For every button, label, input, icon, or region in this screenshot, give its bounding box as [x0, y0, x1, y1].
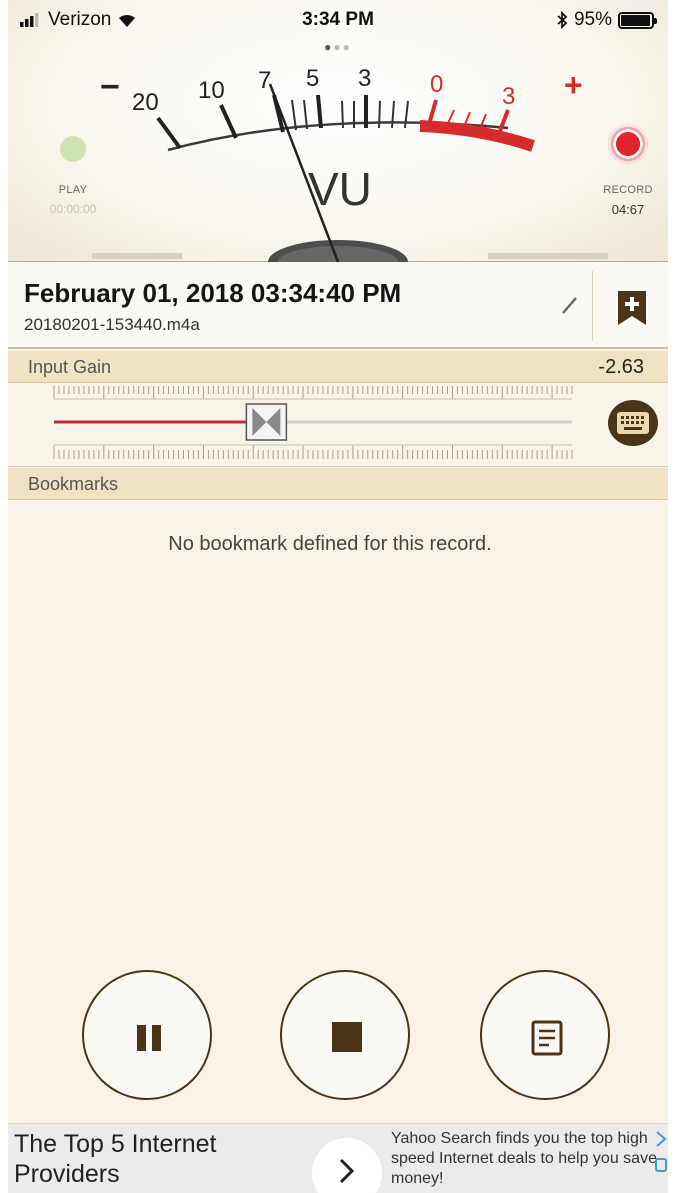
- ad-open-button[interactable]: [312, 1138, 382, 1193]
- scale-label-7: 7: [258, 67, 271, 94]
- page-indicator[interactable]: ●●●: [8, 40, 668, 54]
- keyboard-entry-button[interactable]: [608, 400, 658, 446]
- ad-body[interactable]: Yahoo Search finds you the top high spee…: [391, 1129, 663, 1189]
- gain-slider-knob[interactable]: [245, 403, 288, 441]
- scale-label-20: 20: [132, 89, 159, 116]
- notes-button[interactable]: [480, 970, 610, 1100]
- bookmarks-empty-message: No bookmark defined for this record.: [168, 533, 492, 555]
- edit-pencil-icon[interactable]: [560, 294, 580, 316]
- bookmarks-header: Bookmarks: [8, 468, 668, 500]
- header-divider: [592, 271, 593, 341]
- app-screen: − 20 10 7 5 3 0 3 + VU PLAY 00:00:00 REC…: [8, 0, 668, 1193]
- scale-minus: −: [100, 68, 120, 106]
- scale-plus: +: [564, 67, 583, 103]
- scale-label-plus3: 3: [502, 83, 515, 110]
- input-gain-value: -2.63: [598, 356, 644, 378]
- pause-icon: [137, 1025, 161, 1051]
- battery-icon: [618, 11, 657, 29]
- record-control[interactable]: RECORD 04:67: [588, 122, 668, 217]
- record-button[interactable]: [606, 122, 650, 166]
- recording-title: February 01, 2018 03:34:40 PM: [24, 278, 402, 308]
- record-label: RECORD: [603, 184, 653, 196]
- record-time: 04:67: [611, 202, 645, 217]
- keyboard-icon: [617, 412, 649, 434]
- notes-icon: [531, 1020, 563, 1056]
- stop-icon: [332, 1022, 362, 1052]
- scale-label-5: 5: [306, 65, 319, 92]
- input-gain-label: Input Gain: [28, 357, 112, 377]
- add-bookmark-icon[interactable]: [616, 290, 648, 326]
- ad-title[interactable]: The Top 5 Internet Providers: [14, 1129, 304, 1189]
- status-bar: Verizon 3:34 PM 95%: [8, 0, 668, 40]
- stop-button[interactable]: [280, 970, 410, 1100]
- pause-button[interactable]: [82, 970, 212, 1100]
- input-gain-slider[interactable]: [8, 383, 668, 467]
- recording-filename: 20180201-153440.m4a: [24, 315, 200, 334]
- ad-banner[interactable]: The Top 5 Internet Providers Yahoo Searc…: [8, 1123, 668, 1193]
- meter-title: VU: [308, 163, 372, 215]
- bluetooth-icon: [557, 11, 568, 29]
- ad-choices-icon[interactable]: [654, 1129, 668, 1179]
- chevron-right-icon: [339, 1158, 355, 1184]
- scale-label-0: 0: [430, 71, 443, 98]
- battery-percent: 95%: [573, 9, 612, 30]
- play-time: 00:00:00: [49, 202, 97, 216]
- gain-slider-track[interactable]: [8, 383, 668, 467]
- bookmarks-label: Bookmarks: [28, 474, 119, 494]
- scale-label-10: 10: [198, 77, 225, 104]
- play-label: PLAY: [58, 184, 88, 196]
- scale-label-3: 3: [358, 65, 371, 92]
- input-gain-header: Input Gain -2.63: [8, 351, 668, 383]
- play-control[interactable]: PLAY 00:00:00: [28, 136, 118, 216]
- play-indicator-icon[interactable]: [60, 136, 86, 162]
